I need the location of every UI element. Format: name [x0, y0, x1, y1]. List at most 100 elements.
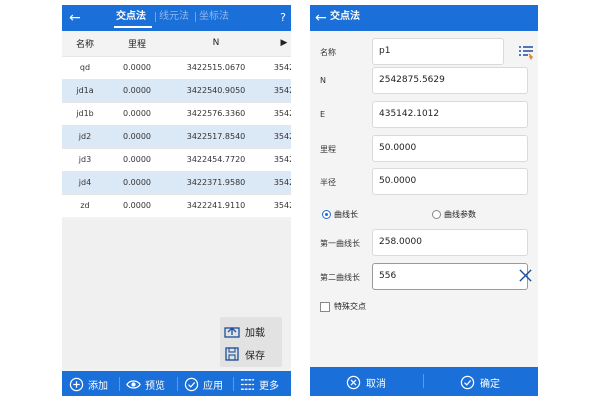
table-row[interactable]: zd 0.0000 3422241.9110 3542: [62, 193, 291, 217]
confirm-check-icon: [460, 375, 475, 389]
scroll-right-arrow-icon[interactable]: ▶: [266, 31, 291, 56]
checkbox-box: [320, 301, 330, 312]
left-screen: ← 交点法 线元法 坐标法 ? 名称 里程 N ▶ qd 0.0000 3422…: [62, 5, 291, 396]
second-curve-row: 第二曲线长 556: [310, 263, 538, 291]
bottom-divider: [119, 377, 120, 391]
table-row[interactable]: jd4 0.0000 3422371.9580 3542: [62, 170, 291, 194]
right-screen: ← 交点法 名称 p1 N 2542875.5629 E 435142.1012…: [310, 5, 538, 396]
left-top-bar: ← 交点法 线元法 坐标法 ?: [62, 5, 291, 31]
radio-curve-parameter[interactable]: 曲线参数: [432, 209, 476, 220]
n-input[interactable]: 2542875.5629: [372, 67, 528, 94]
tab-line-element-method[interactable]: 线元法: [159, 11, 189, 23]
back-arrow-icon[interactable]: ←: [69, 11, 81, 25]
mileage-input[interactable]: 50.0000: [372, 135, 528, 162]
cell-name: zd: [62, 193, 108, 217]
mileage-label: 里程: [320, 145, 336, 154]
preview-button[interactable]: 预览: [126, 376, 165, 392]
save-label: 保存: [245, 350, 265, 362]
apply-button[interactable]: 应用: [184, 376, 223, 392]
add-button[interactable]: 添加: [69, 376, 108, 392]
radius-label: 半径: [320, 178, 336, 187]
table-row[interactable]: jd2 0.0000 3422517.8540 3542: [62, 124, 291, 148]
tab-divider: [195, 12, 196, 22]
first-curve-label: 第一曲线长: [320, 239, 360, 248]
save-button[interactable]: 保存: [224, 343, 280, 365]
load-button[interactable]: 加载: [224, 320, 280, 342]
header-mileage: 里程: [108, 31, 166, 56]
cell-name: qd: [62, 55, 108, 79]
add-label: 添加: [88, 380, 108, 392]
cell-name: jd1b: [62, 101, 108, 125]
tab-intersection-method[interactable]: 交点法: [116, 11, 146, 23]
page-title: 交点法: [330, 11, 360, 22]
add-circle-icon: [69, 377, 84, 391]
cancel-button[interactable]: 取消: [346, 374, 386, 390]
more-label: 更多: [259, 380, 279, 392]
second-curve-label: 第二曲线长: [320, 273, 360, 282]
cell-name: jd4: [62, 170, 108, 194]
first-curve-row: 第一曲线长 258.0000: [310, 229, 538, 257]
tab-coordinate-method[interactable]: 坐标法: [199, 11, 229, 23]
first-curve-input[interactable]: 258.0000: [372, 229, 528, 256]
cell-mileage: 0.0000: [108, 78, 166, 102]
confirm-button[interactable]: 确定: [460, 374, 500, 390]
n-row: N 2542875.5629: [310, 67, 538, 95]
radius-input[interactable]: 50.0000: [372, 168, 528, 195]
save-icon: [225, 347, 239, 361]
cell-mileage: 0.0000: [108, 55, 166, 79]
tab-divider: [155, 12, 156, 22]
mileage-row: 里程 50.0000: [310, 135, 538, 163]
radio-unselected-icon: [432, 210, 441, 219]
left-bottom-bar: 添加 预览 应用 更多: [62, 371, 291, 396]
cell-mileage: 0.0000: [108, 147, 166, 171]
load-save-menu: 加载 保存: [220, 317, 282, 367]
e-row: E 435142.1012: [310, 101, 538, 129]
cell-n: 3422241.9110: [166, 193, 266, 217]
table-row[interactable]: jd1a 0.0000 3422540.9050 3542: [62, 78, 291, 102]
check-circle-icon: [184, 377, 199, 391]
cell-n: 3422540.9050: [166, 78, 266, 102]
point-list-icon[interactable]: [518, 44, 534, 60]
radio-curve-length-label: 曲线长: [334, 210, 358, 219]
name-label: 名称: [320, 48, 336, 57]
cell-n: 3422515.0670: [166, 55, 266, 79]
table-row[interactable]: qd 0.0000 3422515.0670 3542: [62, 55, 291, 79]
curve-mode-radio-group: 曲线长 曲线参数: [310, 207, 538, 223]
cell-e: 3542: [266, 101, 291, 125]
intersection-table: 名称 里程 N ▶ qd 0.0000 3422515.0670 3542 jd…: [62, 31, 291, 217]
radio-curve-length[interactable]: 曲线长: [322, 209, 358, 220]
bottom-divider: [177, 377, 178, 391]
cell-e: 3542: [266, 124, 291, 148]
table-row[interactable]: jd1b 0.0000 3422576.3360 3542: [62, 101, 291, 125]
e-input[interactable]: 435142.1012: [372, 101, 528, 128]
cell-mileage: 0.0000: [108, 193, 166, 217]
name-input[interactable]: p1: [372, 38, 504, 65]
cell-name: jd2: [62, 124, 108, 148]
cancel-label: 取消: [366, 378, 386, 390]
eye-icon: [126, 379, 141, 389]
name-row: 名称 p1: [310, 38, 538, 66]
load-icon: [224, 327, 240, 338]
cell-e: 3542: [266, 193, 291, 217]
cell-n: 3422576.3360: [166, 101, 266, 125]
cell-e: 3542: [266, 78, 291, 102]
cell-name: jd1a: [62, 78, 108, 102]
second-curve-input[interactable]: 556: [372, 263, 528, 290]
help-button[interactable]: ?: [280, 11, 286, 24]
table-row[interactable]: jd3 0.0000 3422454.7720 3542: [62, 147, 291, 171]
clear-input-icon[interactable]: [518, 268, 533, 283]
table-header-row: 名称 里程 N ▶: [62, 31, 291, 56]
back-arrow-icon[interactable]: ←: [315, 11, 327, 25]
active-tab-indicator: [114, 26, 152, 28]
cell-n: 3422517.8540: [166, 124, 266, 148]
menu-lines-icon: [240, 378, 255, 390]
cell-mileage: 0.0000: [108, 101, 166, 125]
cell-e: 3542: [266, 55, 291, 79]
special-intersection-checkbox[interactable]: 特殊交点: [320, 301, 366, 312]
cell-e: 3542: [266, 147, 291, 171]
radio-selected-icon: [322, 210, 331, 219]
radius-row: 半径 50.0000: [310, 168, 538, 196]
radio-curve-parameter-label: 曲线参数: [444, 210, 476, 219]
cell-mileage: 0.0000: [108, 124, 166, 148]
more-button[interactable]: 更多: [240, 376, 279, 392]
